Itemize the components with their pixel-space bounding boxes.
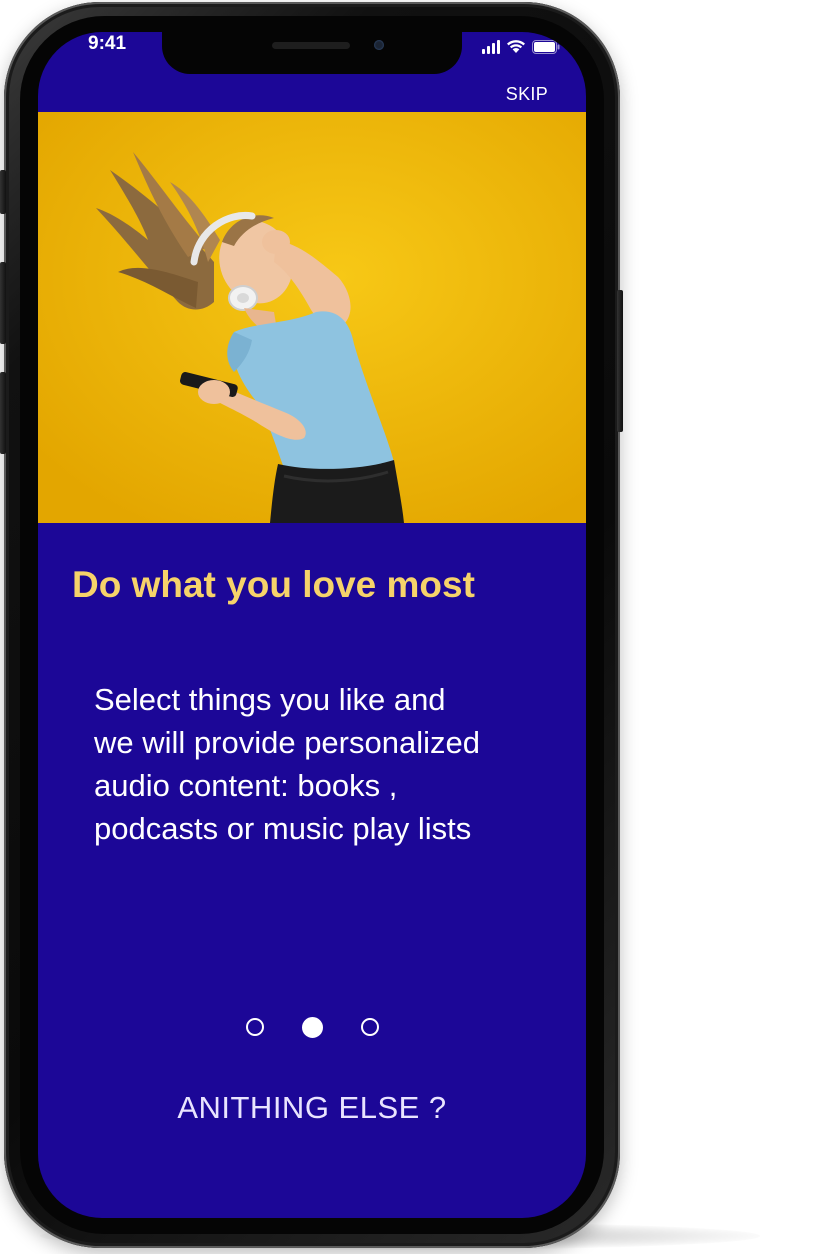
hero-image [38,112,586,523]
description-line: we will provide personalized [94,725,480,760]
page-dot-1[interactable] [245,1018,264,1036]
onboarding-description: Select things you like and we will provi… [94,678,554,850]
battery-icon [532,40,560,54]
mockup-stage: 9:41 SKIP Do what you love most Select t… [0,0,828,1254]
status-time: 9:41 [88,33,127,54]
volume-up-button [0,262,6,344]
app-screen: 9:41 SKIP Do what you love most Select t… [38,32,586,1218]
page-dot-3[interactable] [360,1018,379,1036]
phone-notch [162,32,462,74]
earpiece-speaker [272,42,350,49]
skip-button[interactable]: SKIP [506,84,548,105]
description-line: audio content: books , [94,768,398,803]
description-line: Select things you like and [94,682,446,717]
wifi-icon [506,39,526,54]
description-line: podcasts or music play lists [94,811,472,846]
page-indicator [38,1016,586,1038]
page-dot-2[interactable] [301,1016,323,1038]
mute-switch [0,170,6,214]
woman-with-headphones-illustration [38,112,586,523]
volume-down-button [0,372,6,454]
onboarding-title: Do what you love most [72,564,475,605]
anything-else-button[interactable]: ANITHING ELSE ? [38,1090,586,1126]
power-button [617,290,623,432]
front-camera [374,40,384,50]
signal-icon [482,40,500,54]
status-icons [482,36,560,54]
